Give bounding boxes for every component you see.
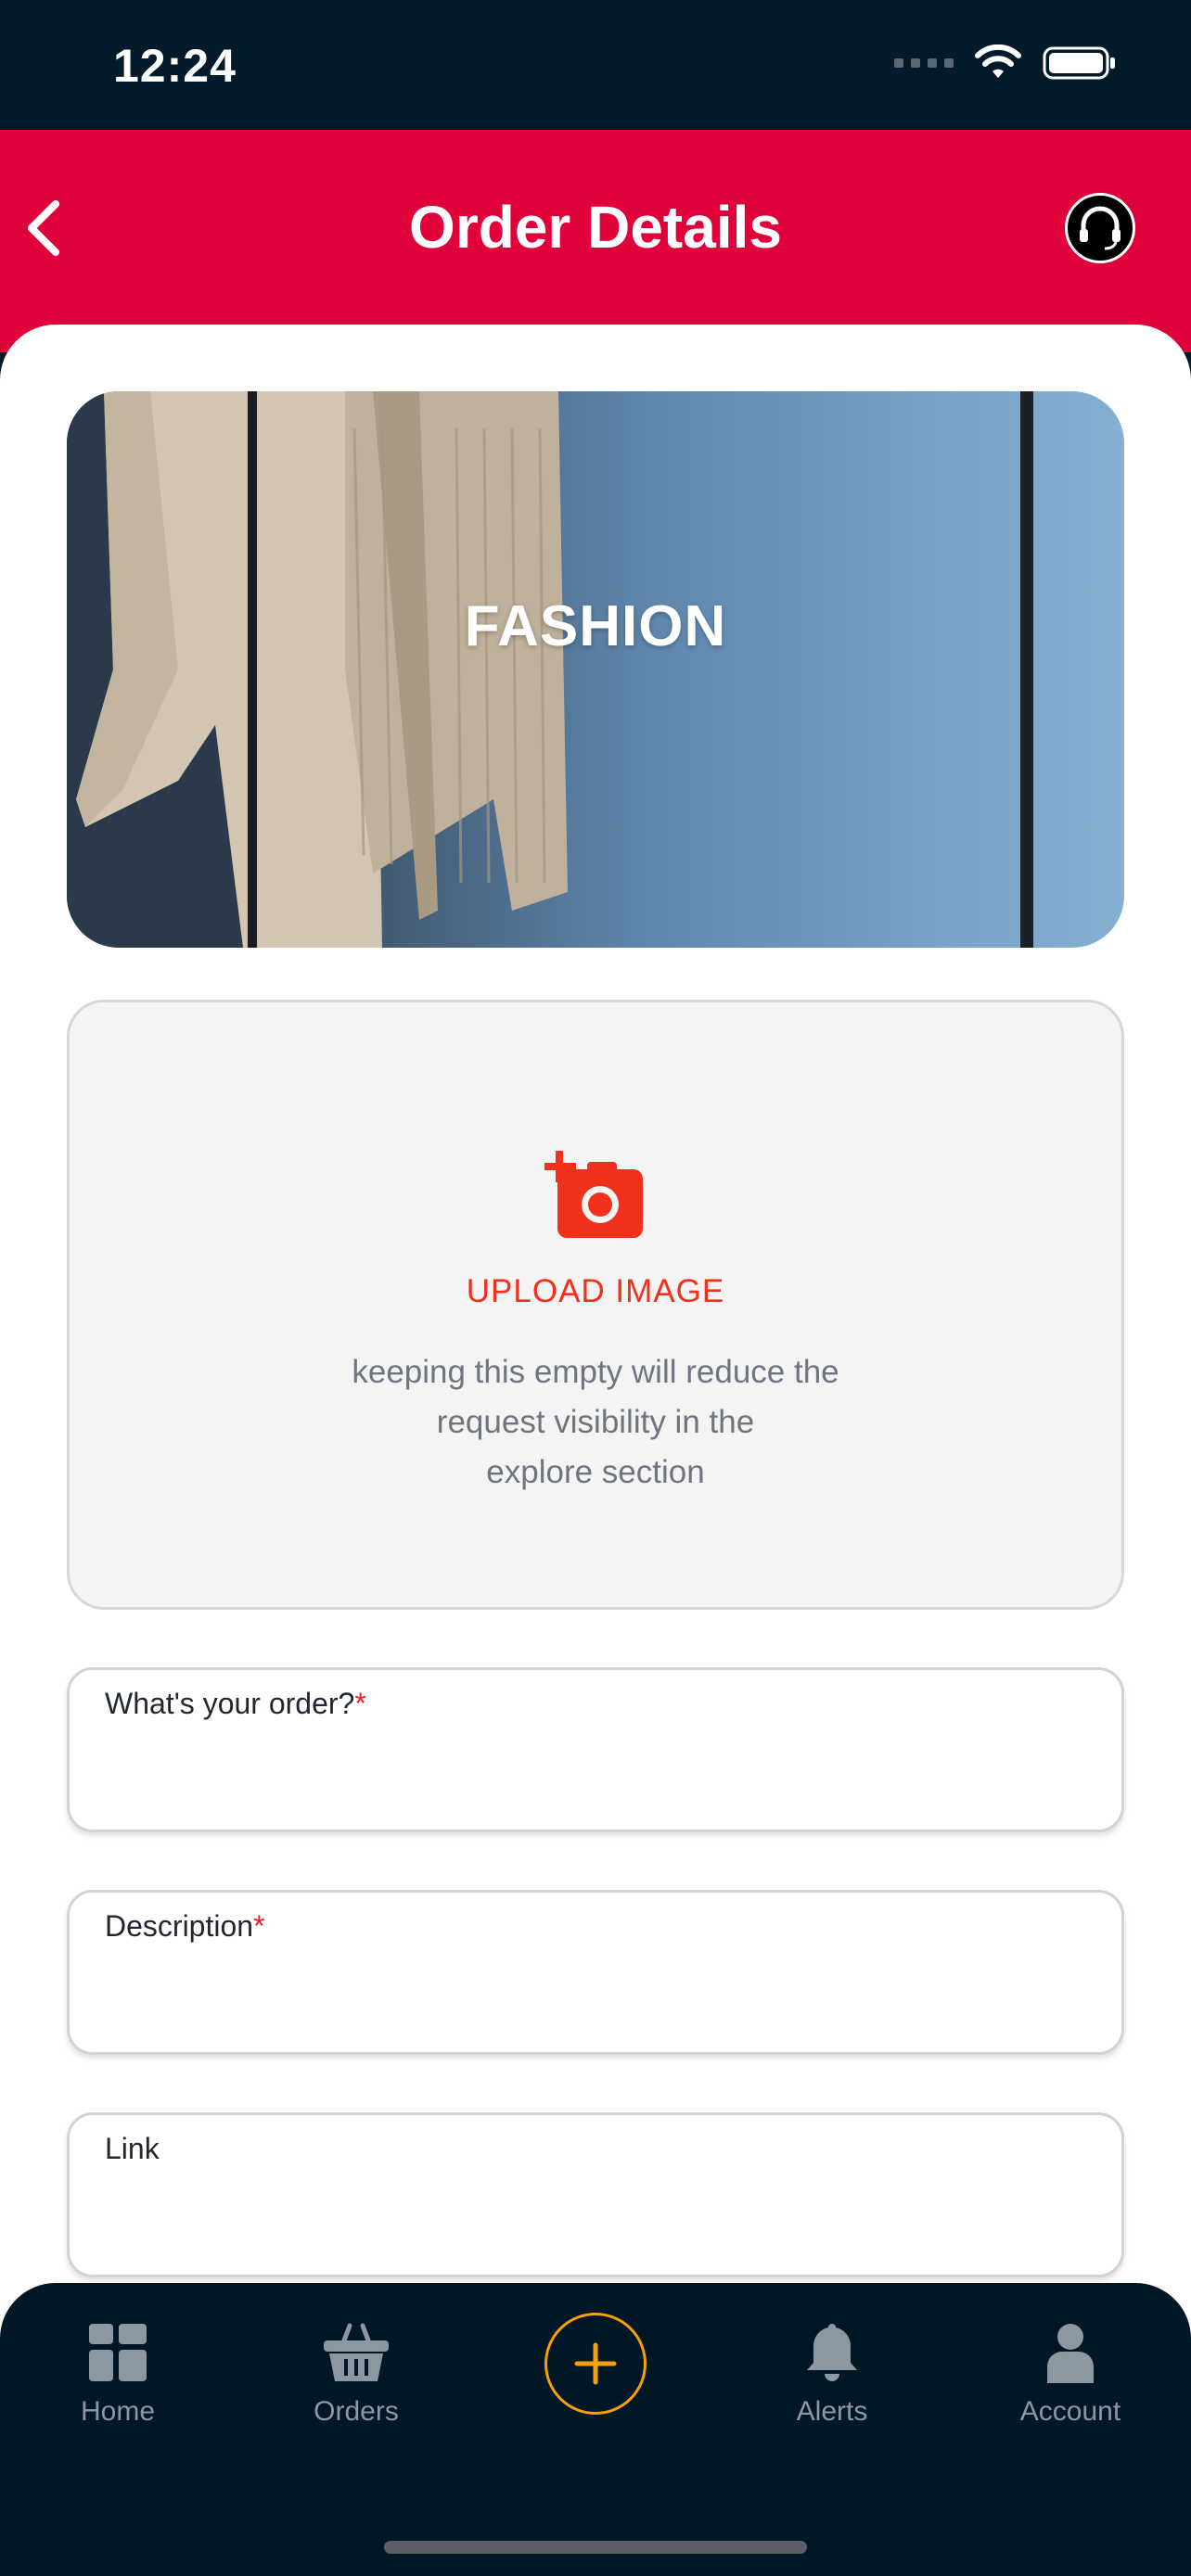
basket-icon — [324, 2323, 389, 2381]
upload-hint-line: explore section — [486, 1454, 705, 1490]
link-field-label: Link — [105, 2132, 160, 2165]
upload-hint-line: keeping this empty will reduce the — [352, 1354, 839, 1390]
order-input[interactable] — [105, 1744, 1088, 1809]
grid-icon — [89, 2324, 147, 2381]
order-field[interactable]: What's your order?* — [67, 1667, 1124, 1832]
status-bar: 12:24 — [0, 0, 1191, 130]
nav-account[interactable]: Account — [978, 2318, 1163, 2428]
nav-alerts[interactable]: Alerts — [739, 2318, 925, 2428]
home-indicator — [384, 2541, 807, 2554]
required-asterisk: * — [253, 1909, 265, 1943]
description-field-label-text: Description — [105, 1909, 254, 1943]
upload-hint: keeping this empty will reduce the reque… — [348, 1347, 843, 1498]
bottom-nav: Home Orders Alerts Account — [0, 2283, 1191, 2576]
link-input[interactable] — [105, 2189, 1088, 2254]
cellular-signal-icon — [894, 58, 954, 68]
add-photo-icon — [544, 1151, 643, 1238]
status-time: 12:24 — [113, 40, 237, 92]
page-title: Order Details — [409, 194, 782, 261]
nav-alerts-label: Alerts — [796, 2396, 868, 2427]
nav-orders[interactable]: Orders — [263, 2318, 449, 2428]
nav-home[interactable]: Home — [25, 2318, 211, 2428]
category-banner[interactable]: FASHION — [67, 391, 1124, 948]
description-input[interactable] — [105, 1967, 1088, 2032]
upload-hint-line: request visibility in the — [436, 1404, 755, 1440]
description-field[interactable]: Description* — [67, 1890, 1124, 2055]
status-icons — [894, 45, 1117, 82]
upload-image-area[interactable]: UPLOAD IMAGE keeping this empty will red… — [67, 1000, 1124, 1610]
battery-icon — [1043, 46, 1115, 80]
order-field-label-text: What's your order? — [105, 1687, 355, 1720]
upload-image-label: UPLOAD IMAGE — [466, 1273, 725, 1309]
banner-title: FASHION — [464, 594, 727, 658]
order-field-label: What's your order?* — [105, 1687, 366, 1721]
content-sheet: FASHION UPLOAD IMAGE keeping this empty … — [0, 325, 1191, 2383]
required-asterisk: * — [354, 1687, 366, 1720]
add-order-button[interactable] — [544, 2313, 647, 2415]
nav-orders-label: Orders — [314, 2396, 399, 2427]
description-field-label: Description* — [105, 1909, 265, 1944]
nav-account-label: Account — [1019, 2396, 1121, 2427]
wifi-icon — [975, 45, 1021, 78]
link-field[interactable]: Link — [67, 2112, 1124, 2277]
clothing-rack-image — [67, 391, 1033, 948]
nav-home-label: Home — [80, 2396, 156, 2427]
support-button[interactable] — [1065, 193, 1135, 263]
headset-icon — [1080, 206, 1121, 250]
plus-icon — [574, 2342, 617, 2385]
bell-icon — [807, 2324, 857, 2381]
person-icon — [1047, 2324, 1094, 2383]
